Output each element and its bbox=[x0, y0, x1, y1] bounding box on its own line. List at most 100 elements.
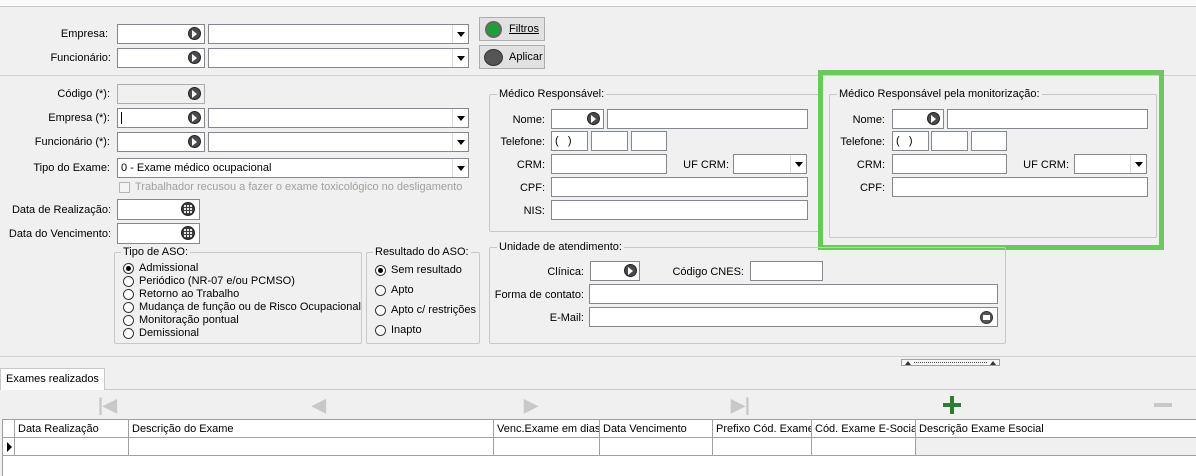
resultado-option[interactable]: Apto c/ restrições bbox=[391, 303, 476, 317]
medico-nome-input[interactable] bbox=[607, 109, 808, 129]
radio-retorno[interactable] bbox=[123, 289, 134, 300]
search-icon[interactable] bbox=[188, 135, 201, 148]
grid-col-header[interactable]: Data Vencimento bbox=[600, 420, 713, 438]
prev-record-icon[interactable]: ◀ bbox=[312, 396, 326, 414]
medico-nome-code-input[interactable] bbox=[551, 109, 604, 129]
table-cell[interactable] bbox=[129, 438, 494, 456]
empresa-code-input[interactable] bbox=[117, 108, 205, 128]
add-icon[interactable] bbox=[943, 396, 961, 414]
medico-uf-crm-select[interactable] bbox=[733, 154, 807, 174]
radio-sem-resultado[interactable] bbox=[375, 265, 386, 276]
cnes-label: Código CNES: bbox=[672, 266, 744, 278]
resultado-option[interactable]: Inapto bbox=[391, 323, 422, 337]
aplicar-button[interactable]: Aplicar bbox=[479, 45, 545, 69]
email-icon[interactable] bbox=[980, 311, 993, 324]
funcionario-code-input[interactable] bbox=[117, 132, 205, 152]
monitor-cpf-input[interactable] bbox=[892, 177, 1148, 197]
grid-col-header[interactable]: Data Realização bbox=[15, 420, 129, 438]
tipo-aso-option[interactable]: Admissional bbox=[139, 261, 198, 275]
chevron-down-icon[interactable] bbox=[1130, 155, 1146, 173]
monitor-uf-crm-select[interactable] bbox=[1074, 154, 1147, 174]
empresa-select[interactable] bbox=[208, 108, 469, 128]
radio-apto[interactable] bbox=[375, 285, 386, 296]
filter-empresa-label: Empresa: bbox=[60, 28, 108, 40]
grid-col-header[interactable]: Descrição do Exame bbox=[129, 420, 494, 438]
radio-demissional[interactable] bbox=[123, 328, 134, 339]
medico-telefone-input[interactable] bbox=[591, 131, 628, 151]
grid-col-header[interactable]: Descrição Exame Esocial bbox=[916, 420, 1196, 438]
search-icon[interactable] bbox=[188, 27, 201, 40]
last-record-icon[interactable]: ▶| bbox=[731, 396, 750, 414]
table-cell[interactable] bbox=[15, 438, 129, 456]
monitor-telefone-input[interactable] bbox=[931, 131, 968, 151]
monitor-telefone-input-2[interactable] bbox=[971, 131, 1007, 151]
clinica-input[interactable] bbox=[590, 261, 640, 281]
medico-cpf-input[interactable] bbox=[551, 177, 808, 197]
monitor-ddd-input[interactable]: ( ) bbox=[892, 131, 929, 151]
radio-admissional[interactable] bbox=[123, 263, 134, 274]
search-icon[interactable] bbox=[927, 112, 940, 125]
next-record-icon[interactable]: ▶ bbox=[524, 396, 538, 414]
calendar-icon[interactable] bbox=[181, 226, 195, 240]
resultado-option[interactable]: Sem resultado bbox=[391, 263, 462, 277]
table-cell[interactable] bbox=[494, 438, 600, 456]
medico-nis-input[interactable] bbox=[551, 200, 808, 220]
monitor-nome-input[interactable] bbox=[947, 109, 1148, 129]
table-cell[interactable] bbox=[600, 438, 713, 456]
email-input[interactable] bbox=[589, 307, 998, 327]
tipo-aso-option[interactable]: Periódico (NR-07 e/ou PCMSO) bbox=[139, 274, 295, 288]
radio-inapto[interactable] bbox=[375, 325, 386, 336]
row-indicator[interactable] bbox=[3, 438, 15, 456]
search-icon[interactable] bbox=[188, 111, 201, 124]
search-icon[interactable] bbox=[624, 264, 637, 277]
tipo-exame-select[interactable]: 0 - Exame médico ocupacional bbox=[117, 158, 469, 178]
radio-monitoracao[interactable] bbox=[123, 315, 134, 326]
medico-crm-input[interactable] bbox=[551, 154, 667, 174]
filter-funcionario-select[interactable] bbox=[208, 48, 469, 68]
first-record-icon[interactable]: |◀ bbox=[98, 396, 117, 414]
funcionario-label: Funcionário (*): bbox=[34, 136, 110, 148]
chevron-down-icon[interactable] bbox=[452, 49, 468, 67]
chevron-down-icon[interactable] bbox=[452, 109, 468, 127]
monitor-crm-label: CRM: bbox=[856, 159, 885, 171]
tipo-aso-option[interactable]: Mudança de função ou de Risco Ocupaciona… bbox=[139, 300, 361, 314]
funcionario-select[interactable] bbox=[208, 132, 469, 152]
search-icon[interactable] bbox=[188, 51, 201, 64]
chevron-down-icon[interactable] bbox=[452, 133, 468, 151]
medico-ddd-input[interactable]: ( ) bbox=[551, 131, 588, 151]
tipo-aso-option[interactable]: Retorno ao Trabalho bbox=[139, 287, 239, 301]
chevron-down-icon[interactable] bbox=[452, 25, 468, 43]
monitor-nome-code-input[interactable] bbox=[892, 109, 944, 129]
calendar-icon[interactable] bbox=[181, 202, 195, 216]
filter-funcionario-code-input[interactable] bbox=[117, 48, 205, 68]
chevron-down-icon[interactable] bbox=[452, 159, 468, 177]
radio-periodico[interactable] bbox=[123, 276, 134, 287]
resultado-option[interactable]: Apto bbox=[391, 283, 414, 297]
radio-apto-restricoes[interactable] bbox=[375, 305, 386, 316]
tipo-aso-option[interactable]: Demissional bbox=[139, 326, 199, 340]
filter-empresa-code-input[interactable] bbox=[117, 24, 205, 44]
forma-contato-input[interactable] bbox=[589, 284, 998, 304]
grid-col-header[interactable]: Cód. Exame E-Social bbox=[812, 420, 916, 438]
medico-telefone-input-2[interactable] bbox=[631, 131, 667, 151]
chevron-down-icon[interactable] bbox=[790, 155, 806, 173]
search-icon[interactable] bbox=[587, 112, 600, 125]
table-cell[interactable] bbox=[713, 438, 812, 456]
monitor-crm-input[interactable] bbox=[892, 154, 1007, 174]
table-cell[interactable] bbox=[812, 438, 916, 456]
filtros-button[interactable]: Filtros bbox=[479, 17, 545, 41]
grid-col-header[interactable]: Prefixo Cód. Exame bbox=[713, 420, 812, 438]
remove-icon[interactable] bbox=[1154, 403, 1172, 407]
radio-mudanca[interactable] bbox=[123, 302, 134, 313]
splitter-handle[interactable] bbox=[901, 359, 1000, 366]
grid-col-header[interactable]: Venc.Exame em dias bbox=[494, 420, 600, 438]
data-vencimento-input[interactable] bbox=[117, 223, 200, 244]
medico-uf-crm-label: UF CRM: bbox=[683, 159, 729, 171]
tab-exames-realizados[interactable]: Exames realizados bbox=[0, 368, 105, 390]
filter-empresa-select[interactable] bbox=[208, 24, 469, 44]
data-realizacao-input[interactable] bbox=[117, 199, 200, 220]
tab-label: Exames realizados bbox=[6, 373, 99, 385]
tipo-aso-option[interactable]: Monitoração pontual bbox=[139, 313, 239, 327]
cnes-input[interactable] bbox=[750, 261, 823, 281]
phone-mask: ( ) bbox=[896, 135, 913, 147]
